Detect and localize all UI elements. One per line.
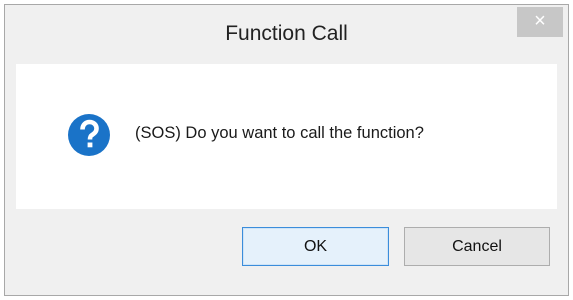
close-button[interactable]: ×: [517, 7, 563, 37]
dialog-footer: OK Cancel: [16, 209, 557, 289]
function-call-dialog: Function Call × (SOS) Do you want to cal…: [4, 4, 569, 296]
question-icon: [67, 113, 111, 157]
dialog-message: (SOS) Do you want to call the function?: [135, 124, 424, 142]
dialog-titlebar[interactable]: Function Call ×: [5, 5, 568, 63]
close-icon: ×: [534, 10, 546, 32]
ok-button[interactable]: OK: [242, 227, 389, 266]
cancel-button[interactable]: Cancel: [404, 227, 550, 266]
dialog-content: (SOS) Do you want to call the function?: [16, 64, 557, 209]
dialog-title: Function Call: [225, 22, 348, 45]
